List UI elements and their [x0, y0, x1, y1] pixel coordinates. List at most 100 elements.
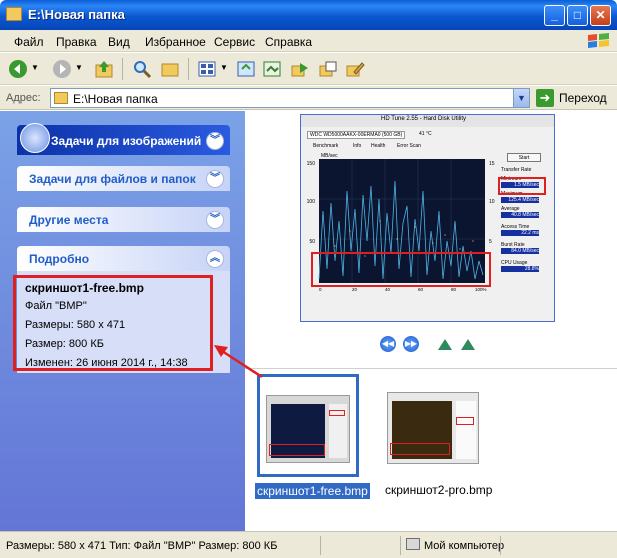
next-image-icon[interactable]: ▶▶ — [403, 336, 419, 352]
address-value: E:\Новая папка — [73, 92, 158, 106]
x-tick: 40 — [385, 287, 391, 292]
edit-icon[interactable] — [345, 59, 365, 79]
thumbnail-2[interactable] — [383, 374, 485, 477]
forward-dropdown-icon[interactable]: ▼ — [75, 63, 83, 72]
status-text: Размеры: 580 x 471 Тип: Файл "BMP" Разме… — [6, 540, 278, 552]
stat-value: 84.0 MB/sec — [501, 248, 539, 254]
preview-titlebar: HD Tune 2.55 - Hard Disk Utility — [301, 115, 554, 127]
menu-view[interactable]: Вид — [108, 35, 130, 49]
thumbnail-1[interactable] — [257, 374, 359, 477]
address-label: Адрес: — [6, 92, 41, 104]
preview-highlight-minimum — [498, 177, 546, 195]
preview-tab-errorscan: Error Scan — [397, 143, 421, 149]
go-arrow-icon[interactable]: ➜ — [536, 89, 554, 107]
windows-logo-icon — [588, 33, 609, 48]
picture-tasks-icon — [20, 123, 50, 153]
x-tick: 20 — [352, 287, 358, 292]
stat-value: 28.8% — [501, 266, 539, 272]
preview-drive: WDC WD5000AAKX-00ERMA0 (500 GB) — [307, 131, 406, 139]
y-tick: 100 — [307, 199, 316, 205]
copy-to-icon[interactable] — [318, 59, 338, 79]
menu-tools[interactable]: Сервис — [214, 35, 255, 49]
computer-icon — [406, 538, 420, 550]
views-dropdown-icon[interactable]: ▼ — [220, 63, 228, 72]
y-unit: MB/sec — [321, 153, 338, 159]
sync-icon[interactable] — [236, 59, 256, 79]
stat-label: Transfer Rate — [501, 167, 532, 173]
thumbnail-1-label[interactable]: скриншот1-free.bmp — [255, 483, 370, 499]
image-preview: HD Tune 2.55 - Hard Disk Utility WDC WD5… — [300, 114, 555, 322]
menu-bar: Файл Правка Вид Избранное Сервис Справка — [0, 30, 617, 52]
ms-tick: 15 — [489, 161, 495, 167]
y-tick: 50 — [309, 239, 315, 245]
address-bar: Адрес: E:\Новая папка ▼ ➜ Переход — [0, 86, 617, 110]
task-pane: Задачи для изображений ︾ Задачи для файл… — [0, 111, 245, 531]
preview-tab-info: Info — [353, 143, 362, 149]
x-tick: 60 — [418, 287, 424, 292]
panel-other-places-label: Другие места — [29, 213, 109, 227]
thumbnail-strip: скриншот1-free.bmp скриншот2-pro.bmp — [245, 368, 617, 531]
close-button[interactable]: ✕ — [590, 5, 611, 26]
folder-options-icon[interactable] — [262, 59, 282, 79]
stat-value: 40.8 MB/sec — [501, 212, 539, 218]
forward-icon[interactable] — [52, 59, 72, 79]
thumbnail-2-label[interactable]: скриншот2-pro.bmp — [385, 483, 492, 497]
panel-file-tasks[interactable]: Задачи для файлов и папок ︾ — [17, 166, 230, 191]
status-bar: Размеры: 580 x 471 Тип: Файл "BMP" Разме… — [0, 531, 617, 558]
y-tick: 150 — [307, 161, 316, 167]
panel-image-tasks[interactable]: Задачи для изображений ︾ — [17, 123, 230, 155]
preview-start-button: Start — [507, 153, 541, 162]
panel-other-places[interactable]: Другие места ︾ — [17, 207, 230, 232]
minimize-button[interactable]: _ — [544, 5, 565, 26]
maximize-button[interactable]: □ — [567, 5, 588, 26]
back-dropdown-icon[interactable]: ▼ — [31, 63, 39, 72]
rotate-counterclockwise-icon[interactable] — [459, 336, 477, 352]
preview-highlight-chart — [311, 252, 491, 287]
stat-value: 125.4 MB/sec — [501, 197, 539, 203]
panel-image-tasks-label: Задачи для изображений — [51, 134, 202, 148]
window-title: E:\Новая папка — [28, 7, 125, 22]
search-icon[interactable] — [132, 59, 152, 79]
preview-tab-health: Health — [371, 143, 386, 149]
chevron-up-icon[interactable]: ︽ — [206, 250, 224, 268]
back-icon[interactable] — [8, 59, 28, 79]
thumbnail-2-image — [387, 392, 479, 464]
folder-icon — [6, 7, 22, 21]
menu-help[interactable]: Справка — [265, 35, 312, 49]
previous-image-icon[interactable]: ◀◀ — [380, 336, 396, 352]
menu-favorites[interactable]: Избранное — [145, 35, 206, 49]
panel-file-tasks-label: Задачи для файлов и папок — [29, 172, 196, 186]
menu-file[interactable]: Файл — [14, 35, 44, 49]
chevron-down-icon[interactable]: ︾ — [206, 170, 224, 188]
rotate-clockwise-icon[interactable] — [436, 336, 454, 352]
address-input[interactable]: E:\Новая папка ▼ — [50, 88, 530, 108]
stat-value: 22.2 ms — [501, 230, 539, 236]
preview-title: HD Tune 2.55 - Hard Disk Utility — [381, 116, 467, 122]
preview-tab-benchmark: Benchmark — [313, 143, 339, 149]
title-bar: E:\Новая папка _ □ ✕ — [0, 0, 617, 30]
ms-tick: 10 — [489, 199, 495, 205]
status-computer: Мой компьютер — [424, 540, 505, 552]
chevron-down-icon[interactable]: ︾ — [206, 211, 224, 229]
preview-temperature: 41 °C — [419, 131, 432, 137]
content-area: HD Tune 2.55 - Hard Disk Utility WDC WD5… — [245, 111, 617, 531]
menu-edit[interactable]: Правка — [56, 35, 97, 49]
thumbnail-1-image — [266, 395, 350, 463]
folder-icon — [54, 92, 68, 104]
go-button[interactable]: Переход — [559, 91, 607, 105]
panel-details-label: Подробно — [29, 252, 90, 266]
folders-icon[interactable] — [160, 59, 180, 79]
views-icon[interactable] — [197, 59, 217, 79]
chevron-down-icon[interactable]: ︾ — [206, 132, 224, 150]
address-dropdown-icon[interactable]: ▼ — [513, 89, 529, 107]
annotation-arrow-icon — [214, 345, 263, 379]
up-folder-icon[interactable] — [94, 59, 114, 79]
ms-tick: 5 — [489, 239, 492, 245]
x-tick: 0 — [319, 287, 322, 292]
highlight-details-box — [13, 275, 213, 371]
toolbar: ▼ ▼ ▼ — [0, 53, 617, 85]
panel-details[interactable]: Подробно ︽ — [17, 246, 230, 271]
x-tick: 80 — [451, 287, 457, 292]
move-to-icon[interactable] — [290, 59, 310, 79]
x-tick: 100% — [475, 287, 487, 292]
